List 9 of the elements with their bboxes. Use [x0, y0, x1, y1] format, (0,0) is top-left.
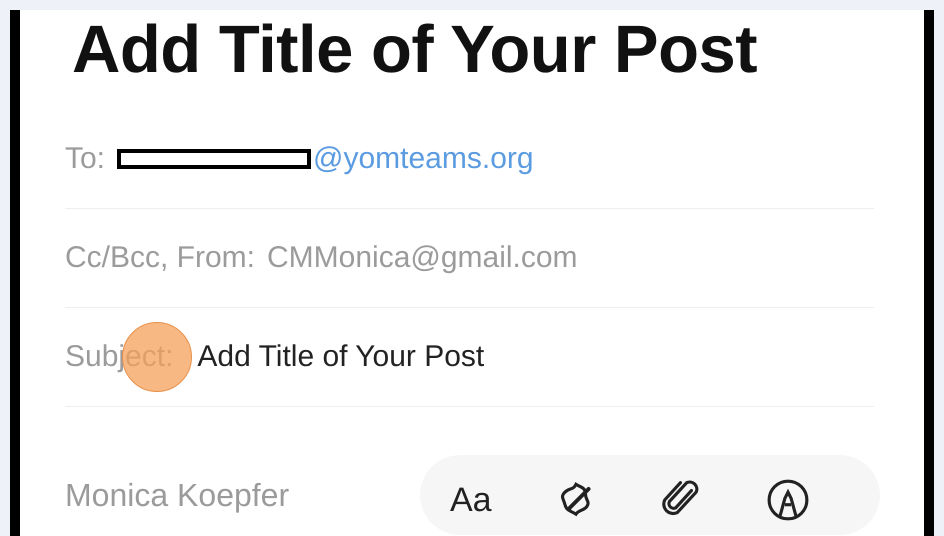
email-title: Add Title of Your Post: [72, 11, 758, 89]
text-format-button[interactable]: Aa: [450, 480, 492, 520]
field-label: Cc/Bcc, From:: [65, 241, 256, 275]
address-text: CMMonica@gmail.com: [267, 241, 578, 275]
pen-tip-circle-icon[interactable]: [766, 478, 810, 522]
signature-text: Monica Koepfer: [65, 476, 290, 514]
address-text: @yomteams.org: [313, 142, 534, 176]
subject-field[interactable]: Add Title of Your Post: [197, 340, 484, 374]
field-label: To:: [65, 142, 106, 176]
